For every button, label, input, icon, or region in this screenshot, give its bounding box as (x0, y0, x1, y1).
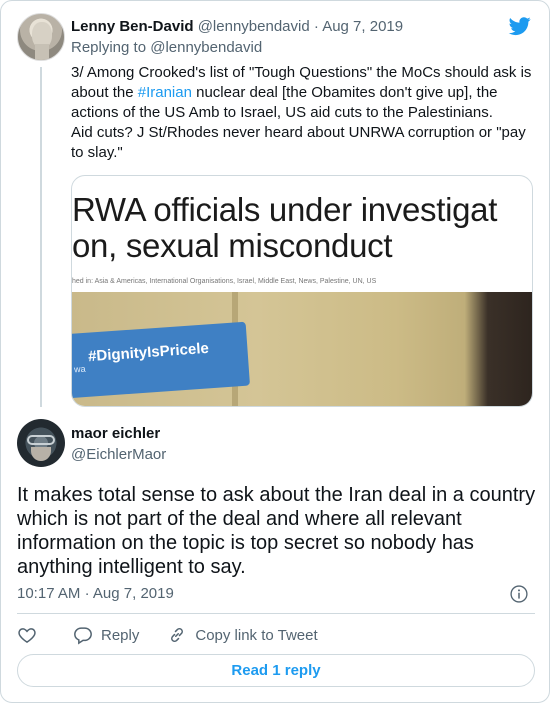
divider (17, 613, 535, 614)
read-replies-button[interactable]: Read 1 reply (17, 654, 535, 687)
main-tweet-text: It makes total sense to ask about the Ir… (17, 484, 536, 578)
parent-tweet-text: 3/ Among Crooked's list of "Tough Questi… (71, 63, 541, 163)
image-sticker-subtext: wa (73, 363, 86, 375)
parent-tweet-header: Lenny Ben-David @lennybendavid · Aug 7, … (71, 17, 403, 37)
embedded-tweet-card: Lenny Ben-David @lennybendavid · Aug 7, … (0, 0, 550, 703)
parent-author-handle[interactable]: @lennybendavid (198, 18, 310, 35)
heart-icon (18, 628, 36, 643)
image-headline-line2: on, sexual misconduct (72, 227, 393, 264)
tweet-date[interactable]: Aug 7, 2019 (93, 585, 174, 602)
replying-to-handle[interactable]: @lennybendavid (150, 39, 262, 56)
tweet-timestamp[interactable]: 10:17 AM · Aug 7, 2019 (17, 585, 174, 602)
parent-tweet-date[interactable]: Aug 7, 2019 (322, 18, 403, 35)
info-icon[interactable] (509, 584, 529, 604)
parent-author-name[interactable]: Lenny Ben-David (71, 18, 194, 35)
hashtag-link[interactable]: #Iranian (138, 84, 192, 101)
image-category-line: hed in: Asia & Americas, International O… (72, 278, 377, 285)
speech-bubble-icon (74, 627, 92, 645)
parent-text-part3: Aid cuts? J St/Rhodes never heard about … (71, 124, 526, 161)
copy-link-button[interactable]: Copy link to Tweet (167, 625, 318, 645)
replying-to-line: Replying to @lennybendavid (71, 39, 262, 56)
reply-button[interactable]: Reply (73, 625, 139, 645)
timestamp-separator: · (84, 585, 90, 602)
tweet-time[interactable]: 10:17 AM (17, 585, 80, 602)
parent-author-avatar[interactable] (17, 13, 65, 61)
reply-label: Reply (101, 626, 140, 644)
twitter-bird-icon[interactable] (507, 15, 533, 37)
main-author-avatar[interactable] (17, 419, 65, 467)
thread-connector-line (40, 67, 42, 407)
like-button[interactable] (17, 625, 45, 645)
copy-link-label: Copy link to Tweet (195, 626, 318, 644)
main-author-handle[interactable]: @EichlerMaor (71, 446, 166, 463)
tweet-actions: Reply Copy link to Tweet (17, 623, 346, 647)
replying-to-label: Replying to (71, 39, 147, 56)
image-headline-line1: RWA officials under investigat (72, 191, 498, 228)
link-icon (171, 627, 184, 643)
header-separator: · (313, 18, 319, 35)
article-image[interactable]: RWA officials under investigat on, sexua… (71, 175, 533, 407)
main-author-name[interactable]: maor eichler (71, 425, 160, 442)
